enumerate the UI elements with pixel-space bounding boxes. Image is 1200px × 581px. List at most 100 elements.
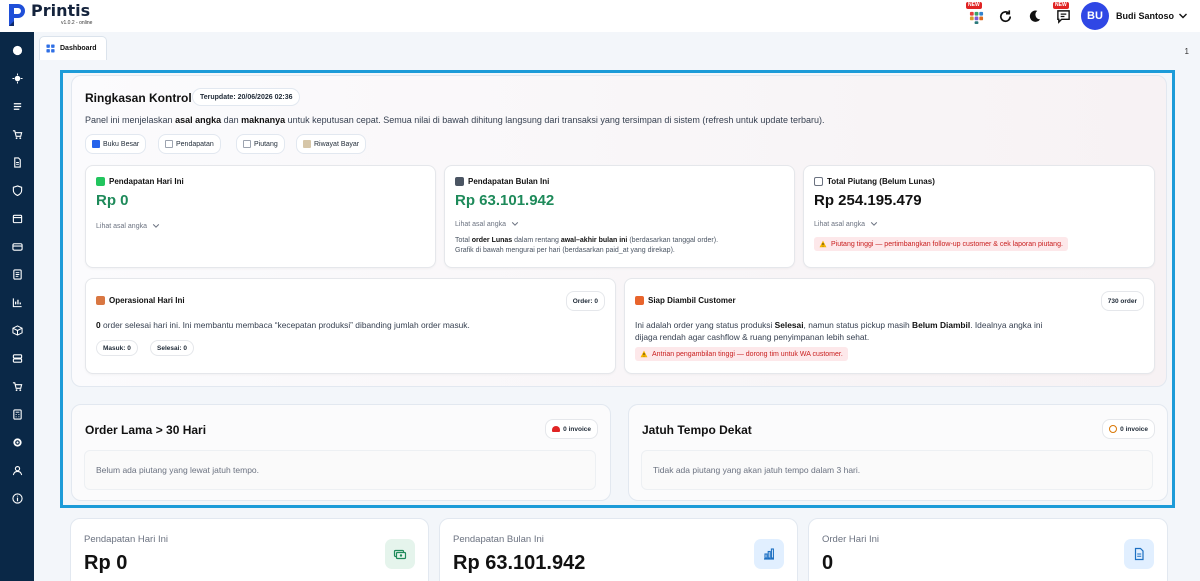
summary-panel: Ringkasan Kontrol Terupdate: 20/06/2026 … bbox=[71, 75, 1167, 387]
database-icon bbox=[12, 353, 22, 363]
old-orders-badge: 0 invoice bbox=[545, 419, 598, 439]
user-name[interactable]: Budi Santoso bbox=[1116, 11, 1174, 21]
warning-icon bbox=[640, 350, 648, 358]
cart-icon bbox=[12, 381, 22, 391]
shield-icon bbox=[12, 184, 22, 196]
info-icon bbox=[11, 492, 23, 504]
wallet-icon bbox=[11, 242, 23, 251]
month-revenue-title: Pendapatan Bulan Ini bbox=[455, 177, 549, 186]
sidebar-item-10[interactable] bbox=[10, 295, 24, 309]
sidebar-item-8[interactable] bbox=[10, 239, 24, 253]
sidebar-item-16[interactable] bbox=[10, 463, 24, 477]
sidebar-item-9[interactable] bbox=[10, 267, 24, 281]
sidebar-item-2[interactable] bbox=[10, 71, 24, 85]
receivable-value: Rp 254.195.479 bbox=[814, 192, 922, 209]
pickup-title: Siap Diambil Customer bbox=[635, 296, 736, 305]
scroll-icon bbox=[303, 140, 311, 148]
truck-icon bbox=[635, 296, 644, 305]
receivable-warning: Piutang tinggi — pertimbangkan follow-up… bbox=[814, 237, 1068, 251]
stat-card-today-revenue: Pendapatan Hari Ini Rp 0 bbox=[70, 518, 429, 581]
sidebar-item-6[interactable] bbox=[10, 183, 24, 197]
month-revenue-card: Pendapatan Bulan Ini Rp 63.101.942 Lihat… bbox=[444, 165, 795, 268]
sidebar-item-7[interactable] bbox=[10, 211, 24, 225]
due-soon-empty: Tidak ada piutang yang akan jatuh tempo … bbox=[641, 450, 1153, 490]
messages-button[interactable]: NEW bbox=[1051, 2, 1075, 28]
due-soon-title: Jatuh Tempo Dekat bbox=[642, 423, 752, 437]
due-soon-badge: 0 invoice bbox=[1102, 419, 1155, 439]
receivable-link[interactable]: Piutang bbox=[236, 134, 285, 154]
warning-icon bbox=[819, 240, 827, 248]
stat-value: 0 bbox=[822, 552, 834, 574]
bar-chart-icon bbox=[455, 177, 464, 186]
box-icon bbox=[11, 324, 23, 336]
calculator-icon bbox=[12, 408, 22, 420]
receipt-icon bbox=[243, 140, 251, 148]
document-icon bbox=[1134, 547, 1144, 561]
report-icon bbox=[12, 268, 22, 280]
sidebar-item-14[interactable] bbox=[10, 407, 24, 421]
today-revenue-card: Pendapatan Hari Ini Rp 0 Lihat asal angk… bbox=[85, 165, 436, 268]
user-icon bbox=[12, 465, 22, 475]
bar-chart-icon bbox=[12, 297, 22, 307]
sidebar-item-17[interactable] bbox=[10, 491, 24, 505]
printis-logo-icon bbox=[9, 4, 25, 26]
new-badge: NEW bbox=[1053, 2, 1069, 9]
theme-toggle[interactable] bbox=[1022, 4, 1046, 28]
stat-card-month-revenue: Pendapatan Bulan Ini Rp 63.101.942 bbox=[439, 518, 798, 581]
chevron-down-icon bbox=[152, 224, 160, 228]
chevron-down-icon[interactable] bbox=[1178, 11, 1188, 21]
chart-up-icon bbox=[165, 140, 173, 148]
document-icon bbox=[13, 156, 21, 168]
apps-button[interactable]: NEW bbox=[964, 2, 988, 28]
stat-value: Rp 0 bbox=[84, 552, 128, 574]
stat-icon-wrap bbox=[1124, 539, 1154, 569]
page-number: 1 bbox=[1184, 47, 1189, 56]
stat-card-today-orders: Order Hari Ini 0 bbox=[808, 518, 1168, 581]
updated-badge: Terupdate: 20/06/2026 02:36 bbox=[192, 88, 301, 106]
new-badge: NEW bbox=[966, 2, 982, 9]
brand[interactable]: Printis v1.0.2 - online bbox=[6, 2, 92, 28]
box-icon bbox=[96, 296, 105, 305]
sidebar-item-5[interactable] bbox=[10, 155, 24, 169]
stat-label: Pendapatan Hari Ini bbox=[84, 534, 168, 545]
operational-card: Operasional Hari Ini Order: 0 0 order se… bbox=[85, 278, 616, 374]
sidebar-item-15[interactable] bbox=[10, 435, 24, 449]
see-origin-toggle[interactable]: Lihat asal angka bbox=[96, 222, 160, 230]
sidebar-item-3[interactable] bbox=[10, 99, 24, 113]
ledger-link[interactable]: Buku Besar bbox=[85, 134, 147, 154]
sidebar-item-11[interactable] bbox=[10, 323, 24, 337]
receivable-title: Total Piutang (Belum Lunas) bbox=[814, 177, 935, 186]
top-bar: Printis v1.0.2 - online NEW NEW BU Budi … bbox=[0, 0, 1200, 32]
receipt-icon bbox=[814, 177, 823, 186]
sidebar-item-13[interactable] bbox=[10, 379, 24, 393]
tab-dashboard[interactable]: Dashboard bbox=[39, 36, 107, 60]
sidebar-item-4[interactable] bbox=[10, 127, 24, 141]
sidebar-item-dashboard[interactable] bbox=[10, 43, 24, 57]
chat-icon bbox=[1056, 9, 1070, 24]
today-revenue-title: Pendapatan Hari Ini bbox=[96, 177, 184, 186]
stat-value: Rp 63.101.942 bbox=[453, 552, 586, 574]
payment-history-link[interactable]: Riwayat Bayar bbox=[296, 134, 367, 154]
see-origin-toggle[interactable]: Lihat asal angka bbox=[814, 220, 878, 228]
app-version: v1.0.2 - online bbox=[61, 20, 93, 26]
revenue-link[interactable]: Pendapatan bbox=[158, 134, 221, 154]
refresh-button[interactable] bbox=[993, 4, 1017, 28]
cash-icon bbox=[393, 549, 407, 560]
avatar[interactable]: BU bbox=[1081, 2, 1109, 30]
receivable-card: Total Piutang (Belum Lunas) Rp 254.195.4… bbox=[803, 165, 1155, 268]
list-icon bbox=[13, 102, 21, 110]
pickup-card: Siap Diambil Customer 730 order Ini adal… bbox=[624, 278, 1155, 374]
month-revenue-value: Rp 63.101.942 bbox=[455, 192, 555, 209]
sidebar-item-12[interactable] bbox=[10, 351, 24, 365]
chevron-down-icon bbox=[870, 222, 878, 226]
alarm-icon bbox=[552, 426, 561, 432]
completed-count: Selesai: 0 bbox=[150, 340, 194, 356]
operational-title: Operasional Hari Ini bbox=[96, 296, 185, 305]
see-origin-toggle[interactable]: Lihat asal angka bbox=[455, 220, 519, 228]
old-orders-card: Order Lama > 30 Hari 0 invoice Belum ada… bbox=[71, 404, 611, 501]
dashboard-icon bbox=[12, 45, 22, 55]
summary-title: Ringkasan Kontrol bbox=[85, 91, 192, 105]
top-actions: NEW NEW BU Budi Santoso bbox=[964, 0, 1200, 32]
refresh-icon bbox=[999, 9, 1011, 22]
sidebar bbox=[0, 32, 34, 581]
